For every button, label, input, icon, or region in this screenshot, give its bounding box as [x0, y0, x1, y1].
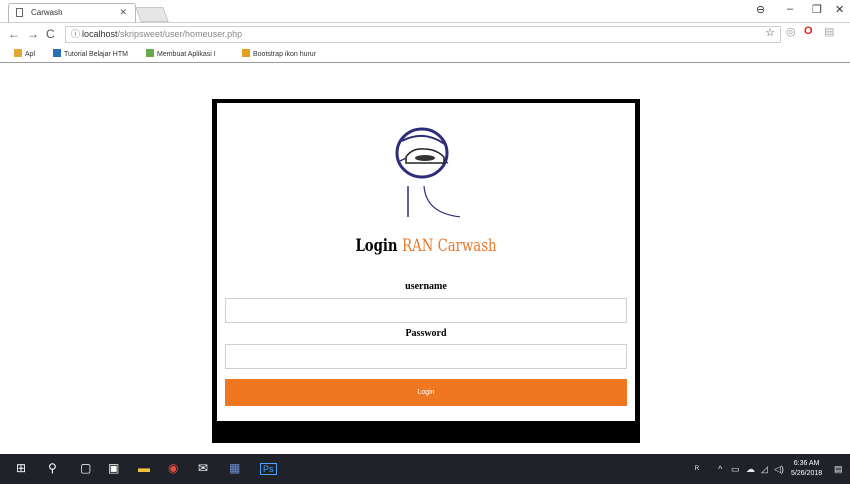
password-field[interactable]	[225, 344, 627, 369]
search-icon[interactable]: ⚲	[48, 461, 57, 475]
reload-icon[interactable]: C	[46, 27, 55, 41]
bookmark-tutorial[interactable]: Tutorial Belajar HTM	[53, 49, 128, 58]
username-field[interactable]	[225, 298, 627, 323]
system-clock[interactable]: 6:36 AM 5/26/2018	[791, 459, 822, 479]
windows-start-icon[interactable]: ⊞	[16, 461, 26, 475]
login-button[interactable]: Login	[225, 379, 627, 406]
people-icon[interactable]: ᴿ	[695, 464, 699, 474]
menu-icon[interactable]: ▤	[824, 25, 834, 38]
photoshop-icon[interactable]: Ps	[260, 463, 277, 475]
di-bookmark-icon	[53, 49, 61, 57]
apps-grid-icon	[14, 49, 22, 57]
password-label: Password	[405, 328, 447, 339]
new-tab-button[interactable]	[135, 7, 169, 22]
login-form: Login RAN Carwash username Password Logi…	[217, 103, 635, 421]
minimize-icon[interactable]: –	[787, 3, 793, 15]
file-explorer-icon[interactable]: ▬	[138, 461, 150, 475]
browser-tab[interactable]: Carwash ✕	[8, 3, 136, 22]
clock-date: 5/26/2018	[791, 470, 823, 477]
close-window-icon[interactable]: ✕	[835, 3, 844, 16]
brand-name: RAN Carwash	[402, 236, 497, 256]
onedrive-icon[interactable]: ☁	[746, 464, 755, 475]
extension-icon[interactable]: ◎	[786, 25, 796, 38]
windows-taskbar: ⊞ ⚲ ▢ ▣ ▬ ◉ ✉ ▦ Ps ᴿ ^ ▭ ☁ ◿ ◁) 6:36 AM …	[0, 454, 850, 484]
back-icon[interactable]: ←	[8, 27, 20, 41]
store-icon[interactable]: ▣	[108, 461, 119, 475]
mail-icon[interactable]: ✉	[198, 461, 208, 475]
notifications-icon[interactable]: ▤	[834, 464, 843, 475]
clock-time: 6:36 AM	[793, 460, 820, 467]
forward-icon[interactable]: →	[27, 27, 39, 41]
bookmark-apps[interactable]: Apl	[14, 49, 35, 58]
close-tab-icon[interactable]: ✕	[119, 7, 127, 18]
tab-title: Carwash	[31, 8, 63, 17]
tab-strip: Carwash ✕ ⊖ – ❐ ✕	[0, 0, 850, 22]
login-heading: Login RAN Carwash	[263, 236, 589, 256]
restore-icon[interactable]: ❐	[812, 3, 822, 16]
bookmarks-bar: Apl Tutorial Belajar HTM Membuat Aplikas…	[0, 46, 850, 63]
opera-icon[interactable]: O	[804, 25, 813, 37]
url-path: /skripsweet/user/homeuser.php	[117, 29, 243, 39]
bookmark-membuat[interactable]: Membuat Aplikasi I	[146, 49, 216, 58]
browser-toolbar: ← → C ⓘ localhost/skripsweet/user/homeus…	[0, 22, 850, 47]
bookmark-bootstrap[interactable]: Bootstrap ikon hurur	[242, 49, 316, 58]
bootstrap-bookmark-icon	[242, 49, 250, 57]
username-label: username	[405, 281, 447, 292]
task-view-icon[interactable]: ▢	[80, 461, 91, 475]
ran-carwash-logo	[395, 127, 460, 218]
notes-app-icon[interactable]: ▦	[229, 461, 240, 475]
battery-icon[interactable]: ▭	[731, 464, 740, 475]
chrome-icon[interactable]: ◉	[168, 461, 178, 475]
profile-icon[interactable]: ⊖	[756, 3, 765, 16]
address-bar[interactable]: ⓘ localhost/skripsweet/user/homeuser.php…	[65, 26, 781, 43]
tk-bookmark-icon	[146, 49, 154, 57]
url-host: localhost	[82, 29, 118, 39]
volume-icon[interactable]: ◁)	[774, 464, 784, 475]
page-icon	[16, 8, 23, 17]
show-hidden-icons[interactable]: ^	[718, 464, 722, 474]
network-icon[interactable]: ◿	[761, 464, 768, 475]
login-card: Login RAN Carwash username Password Logi…	[212, 99, 640, 443]
bookmark-star-icon[interactable]: ☆	[765, 26, 775, 41]
login-title-prefix: Login	[355, 236, 398, 256]
info-icon[interactable]: ⓘ	[71, 27, 80, 42]
